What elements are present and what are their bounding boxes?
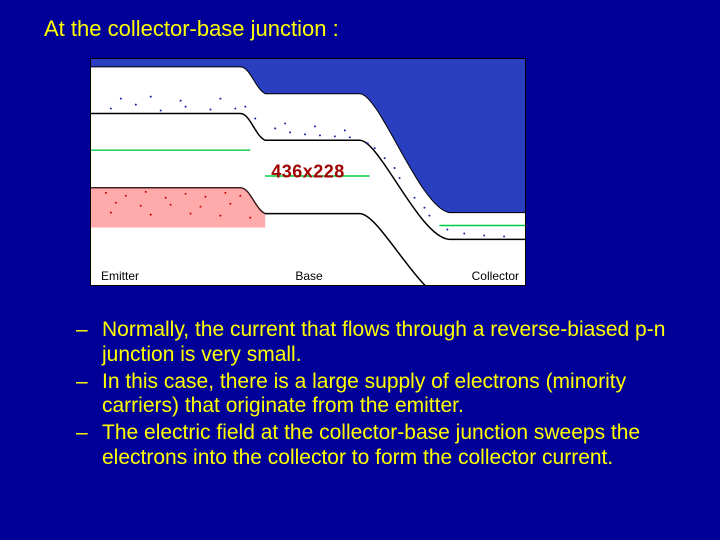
- bullet-item: The electric field at the collector-base…: [76, 421, 676, 471]
- bullet-list: Normally, the current that flows through…: [76, 318, 676, 473]
- label-collector: Collector: [472, 269, 519, 283]
- valence-band-fill: [91, 188, 265, 228]
- band-diagram-svg: [91, 59, 525, 285]
- slide-title: At the collector-base junction :: [44, 16, 339, 42]
- band-diagram: Emitter Base Collector 436x228: [90, 58, 526, 286]
- bullet-item: In this case, there is a large supply of…: [76, 370, 676, 420]
- label-base: Base: [295, 269, 322, 283]
- bullet-item: Normally, the current that flows through…: [76, 318, 676, 368]
- label-emitter: Emitter: [101, 269, 139, 283]
